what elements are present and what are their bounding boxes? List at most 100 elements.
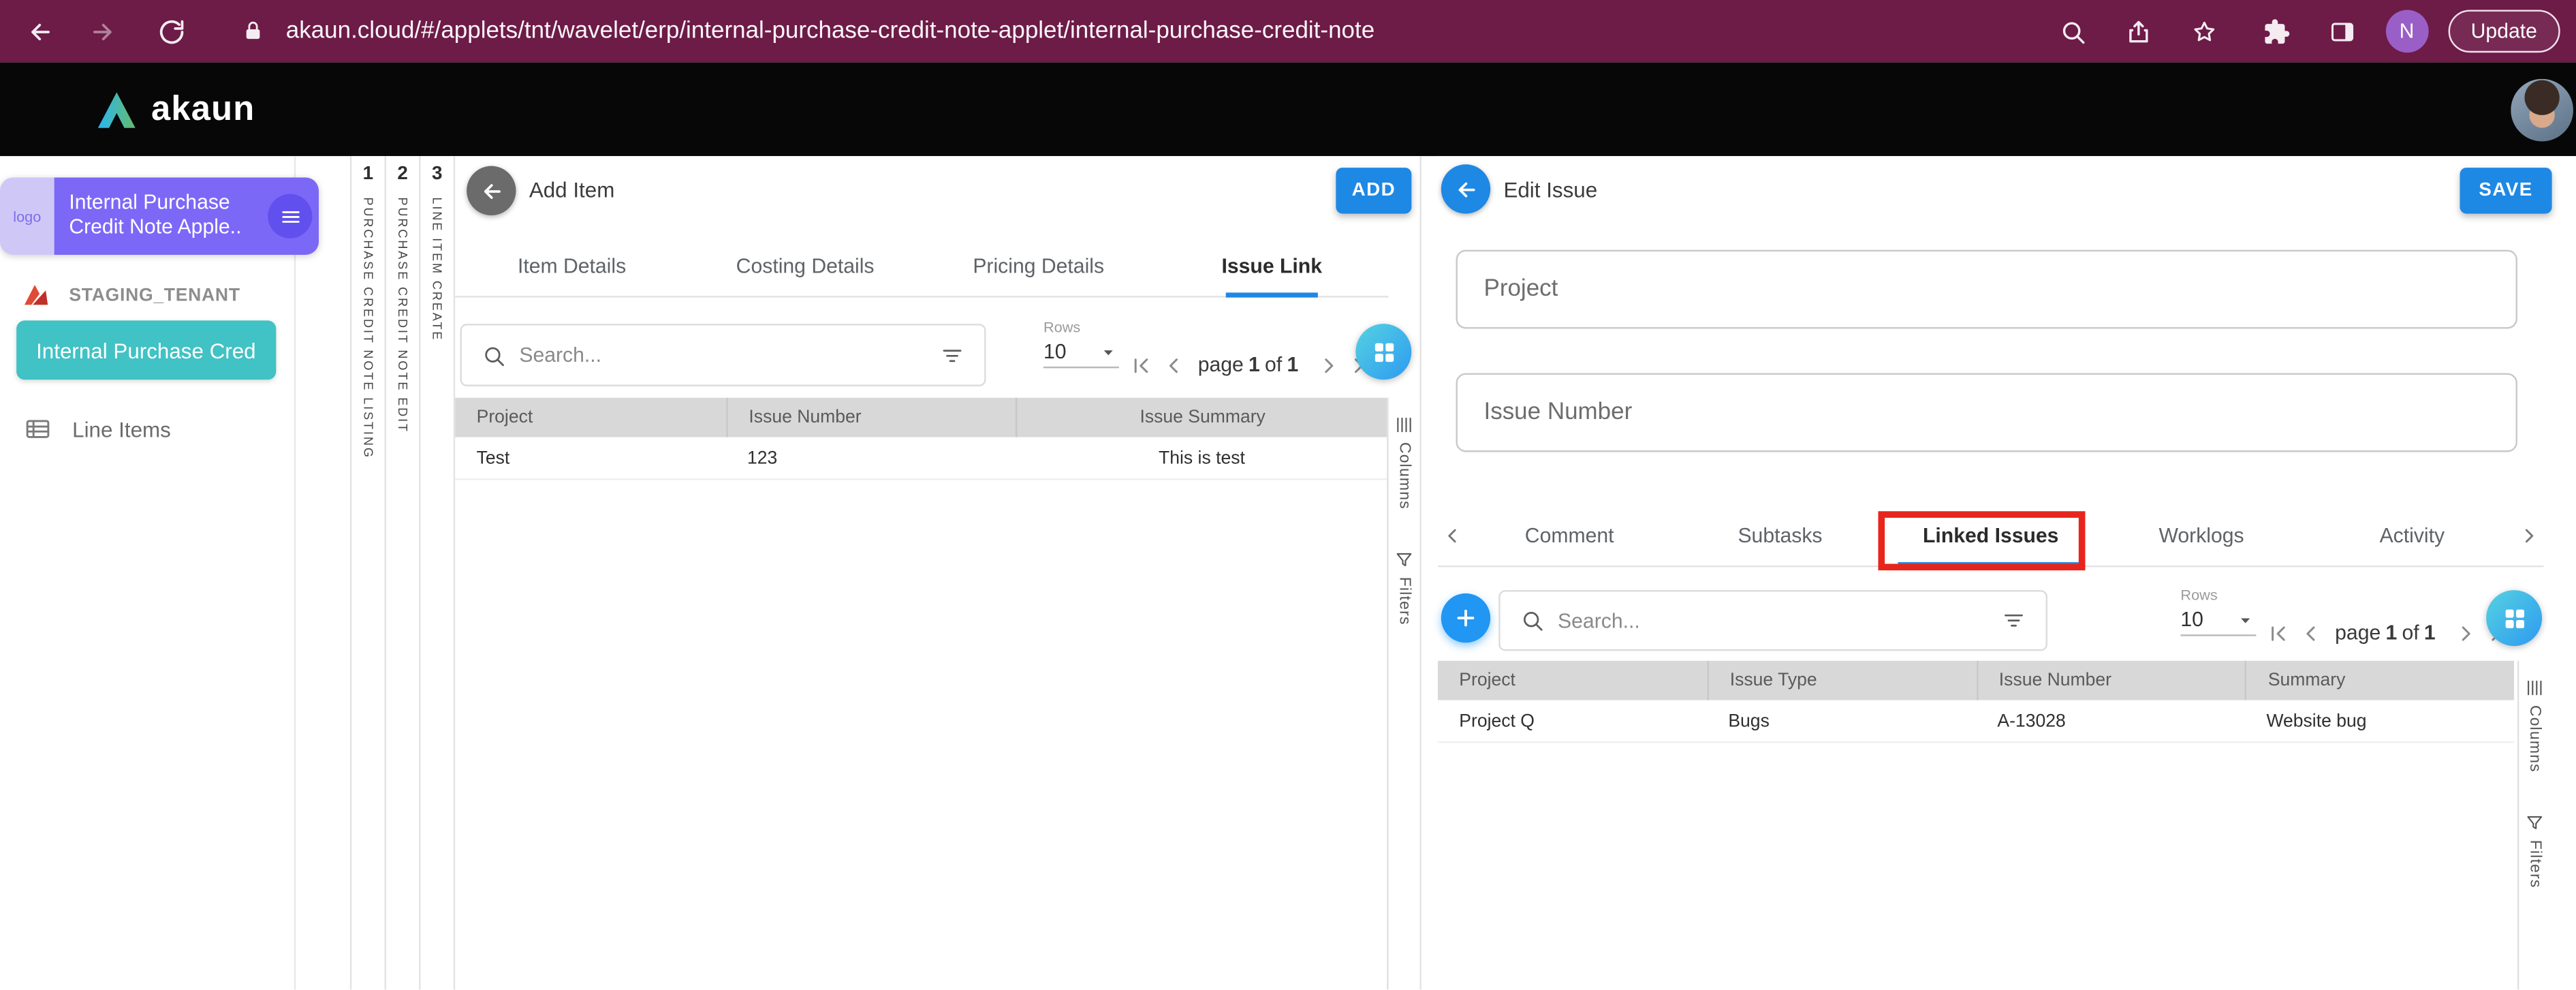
columns-label: Columns xyxy=(1395,442,1413,510)
cell-issue-summary: This is test xyxy=(1015,448,1388,467)
rows-per-page-select[interactable]: Rows 10 xyxy=(1043,319,1119,368)
search-icon xyxy=(1520,608,1545,633)
column-header[interactable]: Issue Summary xyxy=(1015,398,1388,437)
content-area: logo Internal Purchase Credit Note Apple… xyxy=(0,156,2576,989)
add-item-panel: Add Item ADD Item Details Costing Detail… xyxy=(455,156,1421,989)
tab-costing-details[interactable]: Costing Details xyxy=(689,235,922,296)
prev-page-button[interactable] xyxy=(1159,350,1188,380)
first-page-button[interactable] xyxy=(2263,618,2292,647)
browser-update-button[interactable]: Update xyxy=(2448,10,2560,52)
column-header[interactable]: Issue Type xyxy=(1707,661,1976,700)
issue-link-table: Project Issue Number Issue Summary Test … xyxy=(455,398,1388,480)
column-header[interactable]: Issue Number xyxy=(726,398,1016,437)
strip-purchase-credit-note-edit[interactable]: 2 PURCHASE CREDIT NOTE EDIT xyxy=(386,156,421,989)
browser-refresh-icon[interactable] xyxy=(151,12,191,51)
tab-item-details[interactable]: Item Details xyxy=(455,235,689,296)
browser-chrome: akaun.cloud/#/applets/tnt/wavelet/erp/in… xyxy=(0,0,2576,63)
applet-title: Internal Purchase Credit Note Apple.. xyxy=(69,191,241,238)
cell-issue-number: 123 xyxy=(726,448,1016,467)
first-page-button[interactable] xyxy=(1126,350,1155,380)
filter-list-icon[interactable] xyxy=(2001,608,2026,633)
table-row[interactable]: Test 123 This is test xyxy=(455,437,1388,480)
column-header[interactable]: Project xyxy=(455,398,725,437)
table-header[interactable]: Project Issue Number Issue Summary xyxy=(455,398,1388,437)
cell-project: Test xyxy=(455,448,725,467)
search-input[interactable] xyxy=(519,343,926,367)
browser-back-icon[interactable] xyxy=(20,12,59,51)
applet-card[interactable]: logo Internal Purchase Credit Note Apple… xyxy=(0,178,319,255)
rows-label: Rows xyxy=(2180,587,2256,603)
filter-list-icon[interactable] xyxy=(940,343,964,367)
sidebar: logo Internal Purchase Credit Note Apple… xyxy=(0,156,296,989)
back-button[interactable] xyxy=(467,166,516,215)
save-button[interactable]: SAVE xyxy=(2460,168,2552,214)
next-page-button[interactable] xyxy=(1313,350,1342,380)
module-button[interactable]: Internal Purchase Cred xyxy=(16,320,276,380)
address-bar[interactable]: akaun.cloud/#/applets/tnt/wavelet/erp/in… xyxy=(286,18,2027,45)
filters-tool[interactable]: Filters xyxy=(1394,549,1415,625)
grid-view-button[interactable] xyxy=(2486,590,2542,646)
akaun-logo: akaun xyxy=(95,89,255,129)
add-button[interactable]: ADD xyxy=(1336,168,1411,214)
search-input[interactable] xyxy=(1558,609,1988,632)
hamburger-menu-icon[interactable] xyxy=(268,194,312,238)
columns-grip-icon xyxy=(2524,677,2545,698)
tab-pricing-details[interactable]: Pricing Details xyxy=(922,235,1155,296)
grid-view-button[interactable] xyxy=(1355,324,1411,380)
cell-project: Project Q xyxy=(1438,711,1707,730)
browser-forward-icon[interactable] xyxy=(82,12,122,51)
tab-worklogs[interactable]: Worklogs xyxy=(2096,505,2306,566)
tabs-scroll-right-icon[interactable] xyxy=(2517,505,2541,566)
extensions-puzzle-icon[interactable] xyxy=(2257,12,2297,51)
column-header[interactable]: Project xyxy=(1438,661,1707,700)
prev-page-button[interactable] xyxy=(2295,618,2325,647)
bookmark-star-icon[interactable] xyxy=(2185,12,2225,51)
chevron-down-icon xyxy=(1098,341,1119,362)
rows-per-page-select[interactable]: Rows 10 xyxy=(2180,587,2256,636)
strip-line-item-create[interactable]: 3 LINE ITEM CREATE xyxy=(421,156,456,989)
columns-label: Columns xyxy=(2526,705,2544,773)
table-row[interactable]: Project Q Bugs A-13028 Website bug xyxy=(1438,700,2514,743)
search-icon[interactable] xyxy=(2054,12,2093,51)
panel-title: Add Item xyxy=(529,178,615,202)
add-linked-issue-button[interactable] xyxy=(1441,593,1490,643)
pagination: page1of1 xyxy=(2263,618,2513,647)
linked-issues-table: Project Issue Type Issue Number Summary … xyxy=(1438,661,2514,743)
lock-icon[interactable] xyxy=(234,12,273,51)
project-field[interactable]: Project xyxy=(1456,250,2517,329)
screen: akaun.cloud/#/applets/tnt/wavelet/erp/in… xyxy=(0,0,2576,989)
table-header[interactable]: Project Issue Type Issue Number Summary xyxy=(1438,661,2514,700)
user-avatar[interactable] xyxy=(2511,78,2573,141)
rows-label: Rows xyxy=(1043,319,1119,335)
columns-tool[interactable]: Columns xyxy=(2524,677,2545,773)
issue-number-field[interactable]: Issue Number xyxy=(1456,373,2517,452)
tab-bar: Item Details Costing Details Pricing Det… xyxy=(455,235,1388,298)
tab-activity[interactable]: Activity xyxy=(2307,505,2517,566)
side-panel-icon[interactable] xyxy=(2323,12,2363,51)
columns-tool[interactable]: Columns xyxy=(1394,414,1415,510)
tabs-scroll-left-icon[interactable] xyxy=(1441,505,1464,566)
browser-profile-avatar[interactable]: N xyxy=(2385,10,2428,52)
strip-label: PURCHASE CREDIT NOTE LISTING xyxy=(361,198,376,459)
search-icon xyxy=(482,343,506,367)
column-header[interactable]: Issue Number xyxy=(1976,661,2245,700)
edit-issue-panel: Edit Issue SAVE Project Issue Number Com… xyxy=(1438,156,2576,989)
tab-issue-link[interactable]: Issue Link xyxy=(1155,235,1389,296)
app-header: akaun xyxy=(0,63,2576,157)
panel-title: Edit Issue xyxy=(1503,178,1597,202)
strip-number: 2 xyxy=(397,164,407,184)
rows-value: 10 xyxy=(2180,608,2203,632)
tab-subtasks[interactable]: Subtasks xyxy=(1675,505,1885,566)
strip-purchase-credit-note-listing[interactable]: 1 PURCHASE CREDIT NOTE LISTING xyxy=(351,156,386,989)
tab-comment[interactable]: Comment xyxy=(1464,505,1675,566)
back-button[interactable] xyxy=(1441,164,1490,213)
share-icon[interactable] xyxy=(2119,12,2158,51)
filters-tool[interactable]: Filters xyxy=(2524,812,2545,888)
page-indicator: page1of1 xyxy=(2335,621,2440,645)
next-page-button[interactable] xyxy=(2450,618,2479,647)
sidebar-item-line-items[interactable]: Line Items xyxy=(23,414,171,444)
tenant-selector[interactable]: STAGING_TENANT xyxy=(20,279,240,312)
table-tools: Columns Filters xyxy=(1387,398,1419,990)
breadcrumb-strips: 1 PURCHASE CREDIT NOTE LISTING 2 PURCHAS… xyxy=(350,156,455,989)
column-header[interactable]: Summary xyxy=(2245,661,2514,700)
